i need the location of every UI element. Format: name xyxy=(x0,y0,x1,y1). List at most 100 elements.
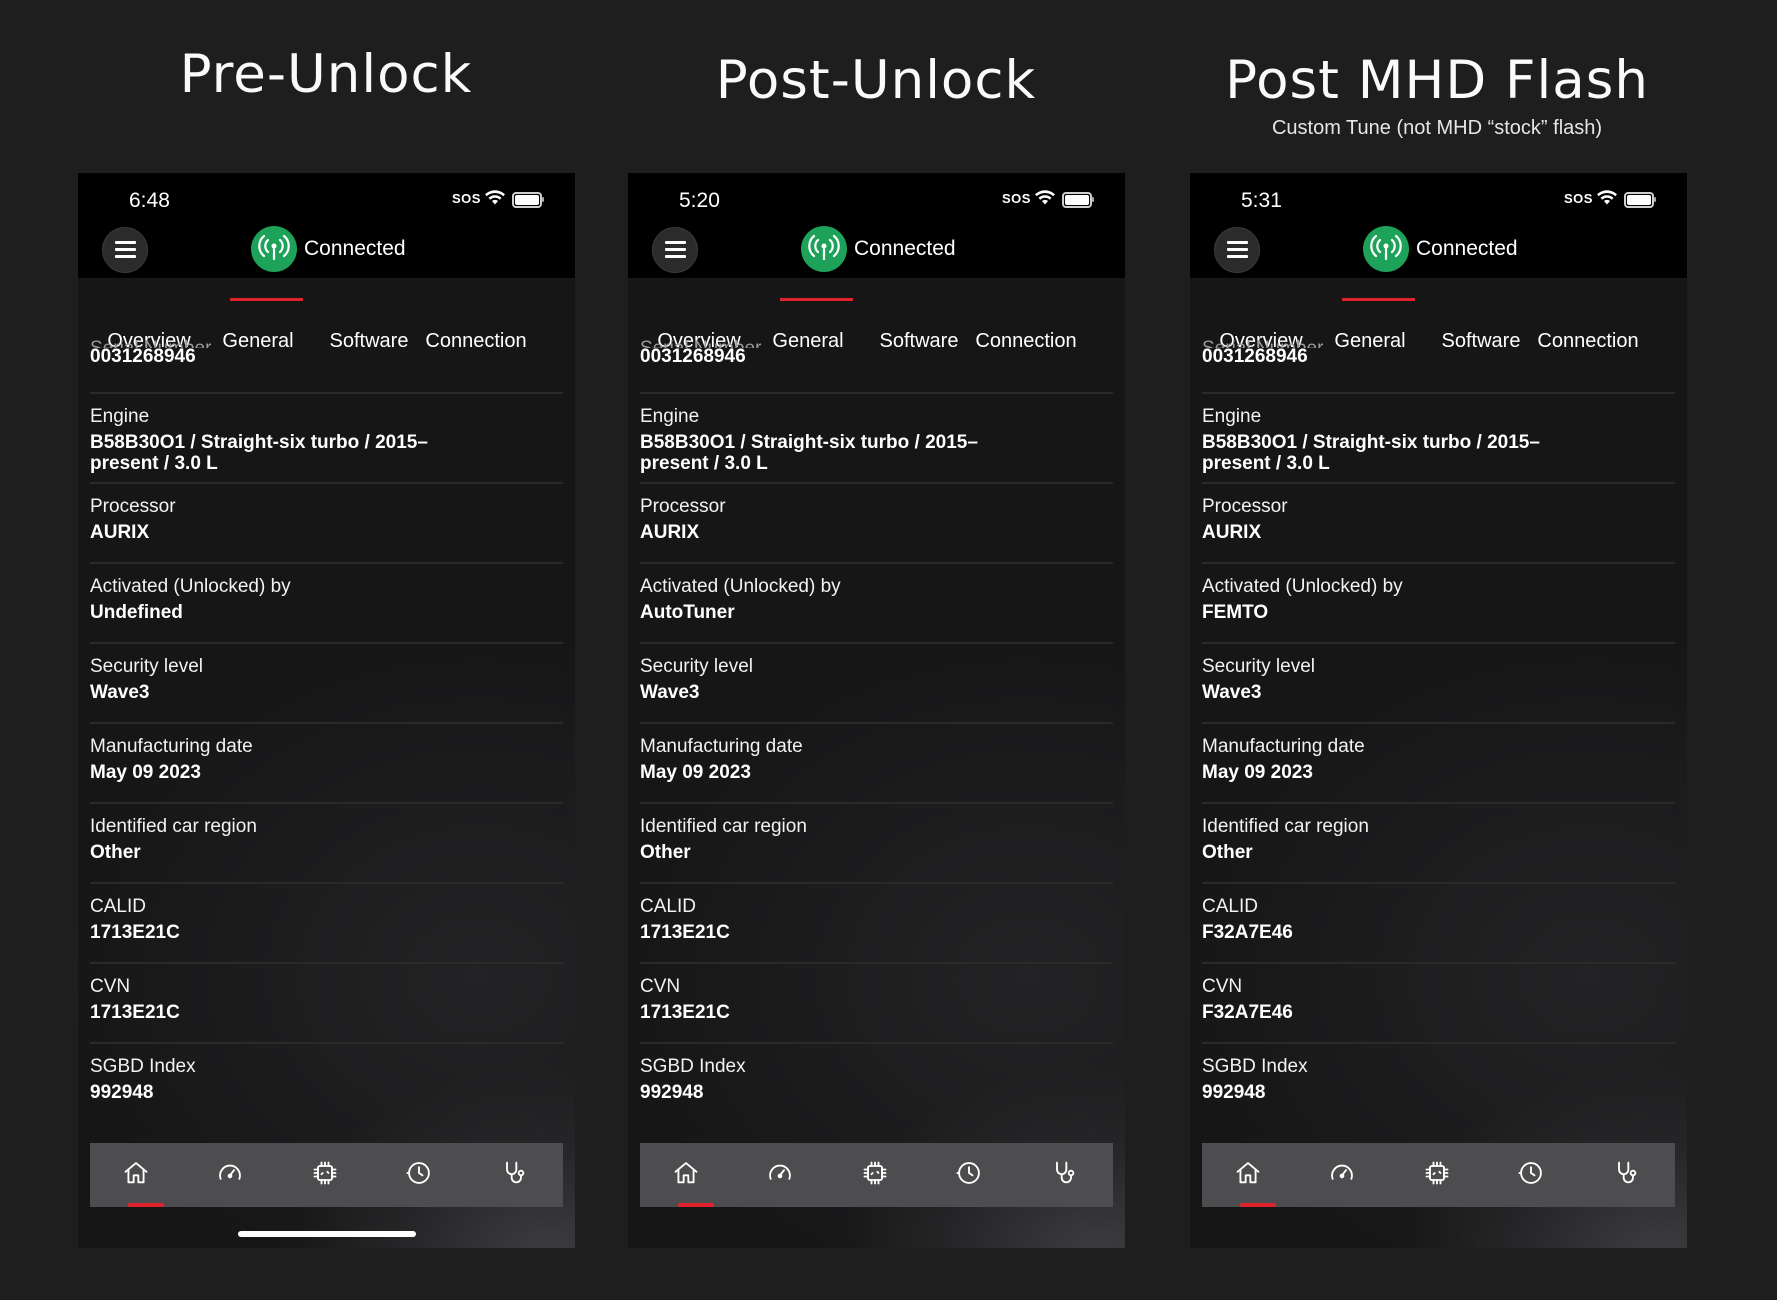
detail-value: AURIX xyxy=(90,522,150,543)
detail-label: SGBD Index xyxy=(1202,1056,1308,1077)
bottom-nav-home[interactable] xyxy=(1234,1159,1264,1189)
bottom-nav-home[interactable] xyxy=(122,1159,152,1189)
detail-row: Manufacturing date May 09 2023 xyxy=(1202,722,1675,804)
bottom-navigation xyxy=(90,1143,563,1207)
detail-value: 992948 xyxy=(640,1082,704,1103)
sos-indicator: SOS xyxy=(1564,191,1593,206)
phone-screen: 5:20 SOS Connected Overview General Software C… xyxy=(628,173,1125,1248)
serial-number-value: 0031268946 xyxy=(1202,346,1308,367)
column-header-1: Post-Unlock xyxy=(596,50,1156,111)
detail-label: SGBD Index xyxy=(640,1056,746,1077)
detail-label: Manufacturing date xyxy=(1202,736,1365,757)
connection-status-icon xyxy=(251,226,297,272)
status-bar: 5:31 SOS xyxy=(1190,173,1687,223)
home-indicator xyxy=(238,1231,416,1237)
diagnostics-icon xyxy=(500,1161,528,1191)
home-icon xyxy=(672,1162,700,1191)
detail-value: AURIX xyxy=(1202,522,1262,543)
detail-value: 992948 xyxy=(90,1082,154,1103)
detail-label: Engine xyxy=(1202,406,1262,427)
detail-value: Wave3 xyxy=(90,682,150,703)
active-nav-indicator xyxy=(678,1203,714,1207)
menu-icon-line xyxy=(115,248,136,251)
detail-label: CVN xyxy=(640,976,681,997)
bottom-nav-home[interactable] xyxy=(672,1159,702,1189)
detail-label: Security level xyxy=(640,656,753,677)
menu-icon-line xyxy=(115,241,136,244)
bottom-nav-diagnostics[interactable] xyxy=(1050,1159,1080,1189)
serial-number-row: 0031268946 xyxy=(640,346,1113,390)
gauge-icon xyxy=(766,1164,794,1191)
detail-value: May 09 2023 xyxy=(1202,762,1313,783)
bottom-nav-diagnostics[interactable] xyxy=(1612,1159,1642,1189)
detail-label: Processor xyxy=(640,496,726,517)
detail-row: CALID 1713E21C xyxy=(90,882,563,964)
phone-screen: 6:48 SOS Connected Overview General Software C… xyxy=(78,173,575,1248)
column-header-2: Post MHD Flash Custom Tune (not MHD “stoc… xyxy=(1157,50,1717,140)
active-nav-indicator xyxy=(1240,1203,1276,1207)
chip-icon xyxy=(311,1161,339,1191)
bottom-nav-gauge[interactable] xyxy=(766,1159,796,1189)
menu-button[interactable] xyxy=(102,227,148,273)
column-title: Post-Unlock xyxy=(715,50,1037,111)
detail-label: Security level xyxy=(90,656,203,677)
diagnostics-icon xyxy=(1050,1161,1078,1191)
column-subtitle: Custom Tune (not MHD “stock” flash) xyxy=(1271,117,1603,139)
menu-icon-line xyxy=(665,241,686,244)
connection-status-label: Connected xyxy=(304,237,406,260)
connection-status-label: Connected xyxy=(854,237,956,260)
detail-row: CVN 1713E21C xyxy=(90,962,563,1044)
bottom-nav-history[interactable] xyxy=(1517,1159,1547,1189)
status-bar: 5:20 SOS xyxy=(628,173,1125,223)
sos-indicator: SOS xyxy=(452,191,481,206)
detail-label: Activated (Unlocked) by xyxy=(640,576,841,597)
wifi-icon xyxy=(1034,190,1056,211)
menu-icon-line xyxy=(665,248,686,251)
detail-row: Security level Wave3 xyxy=(640,642,1113,724)
detail-label: Processor xyxy=(90,496,176,517)
detail-row: Security level Wave3 xyxy=(1202,642,1675,724)
menu-button[interactable] xyxy=(652,227,698,273)
serial-number-value: 0031268946 xyxy=(90,346,196,367)
menu-icon-line xyxy=(1227,255,1248,258)
bottom-nav-diagnostics[interactable] xyxy=(500,1159,530,1189)
detail-row: SGBD Index 992948 xyxy=(640,1042,1113,1114)
detail-row: Activated (Unlocked) by FEMTO xyxy=(1202,562,1675,644)
diagnostics-icon xyxy=(1612,1161,1640,1191)
detail-value: Other xyxy=(640,842,691,863)
chip-icon xyxy=(861,1161,889,1191)
detail-value: B58B30O1 / Straight-six turbo / 2015–pre… xyxy=(640,432,978,474)
detail-value: 1713E21C xyxy=(640,1002,730,1023)
bottom-nav-gauge[interactable] xyxy=(1328,1159,1358,1189)
detail-row: Manufacturing date May 09 2023 xyxy=(640,722,1113,804)
bottom-nav-gauge[interactable] xyxy=(216,1159,246,1189)
detail-label: Manufacturing date xyxy=(90,736,253,757)
home-icon xyxy=(122,1162,150,1191)
menu-button[interactable] xyxy=(1214,227,1260,273)
detail-label: CALID xyxy=(640,896,696,917)
bottom-nav-history[interactable] xyxy=(955,1159,985,1189)
detail-row: Processor AURIX xyxy=(1202,482,1675,564)
bottom-navigation xyxy=(640,1143,1113,1207)
bottom-nav-chip[interactable] xyxy=(861,1159,891,1189)
menu-icon-line xyxy=(665,255,686,258)
detail-label: Engine xyxy=(90,406,150,427)
detail-value: F32A7E46 xyxy=(1202,1002,1293,1023)
connection-status-icon xyxy=(1363,226,1409,272)
bottom-nav-chip[interactable] xyxy=(311,1159,341,1189)
detail-row: Activated (Unlocked) by Undefined xyxy=(90,562,563,644)
detail-row: Processor AURIX xyxy=(90,482,563,564)
bottom-nav-chip[interactable] xyxy=(1423,1159,1453,1189)
menu-icon-line xyxy=(1227,248,1248,251)
column-title: Pre-Unlock xyxy=(179,44,473,105)
status-time: 6:48 xyxy=(129,189,170,212)
bottom-nav-history[interactable] xyxy=(405,1159,435,1189)
status-bar: 6:48 SOS xyxy=(78,173,575,223)
detail-label: CVN xyxy=(90,976,131,997)
detail-row: CVN 1713E21C xyxy=(640,962,1113,1044)
detail-label: CVN xyxy=(1202,976,1243,997)
menu-icon-line xyxy=(1227,241,1248,244)
gauge-icon xyxy=(216,1164,244,1191)
chip-icon xyxy=(1423,1161,1451,1191)
detail-value: Other xyxy=(90,842,141,863)
